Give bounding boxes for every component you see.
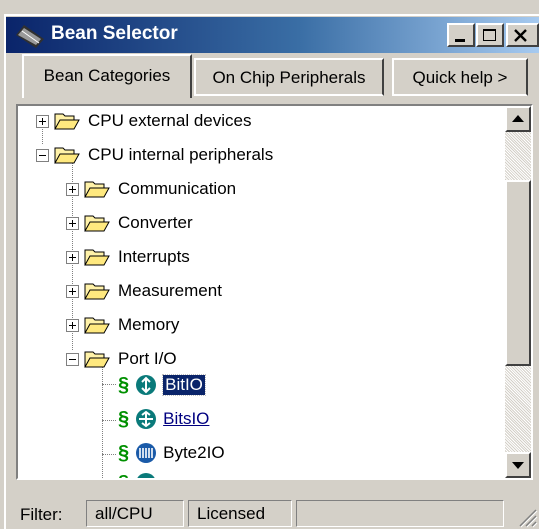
maximize-icon	[483, 29, 496, 41]
collapse-toggle[interactable]	[66, 352, 79, 366]
tab-label: Bean Categories	[43, 66, 171, 85]
expand-toggle[interactable]	[66, 182, 79, 196]
byte2io-icon	[136, 443, 157, 463]
bean-item-bitsio[interactable]: § BitsIO	[118, 404, 209, 434]
tab-strip: Bean Categories On Chip Peripherals Quic…	[6, 52, 539, 98]
folder-icon	[84, 317, 110, 334]
section-icon: §	[118, 373, 130, 396]
folder-icon	[84, 283, 110, 300]
tree-node-memory[interactable]: Memory	[66, 310, 179, 340]
scroll-thumb[interactable]	[505, 180, 531, 366]
section-icon: §	[118, 441, 130, 464]
expand-toggle[interactable]	[66, 250, 79, 264]
folder-icon	[84, 181, 110, 198]
window-title: Bean Selector	[51, 23, 178, 44]
bean-item-byte2io[interactable]: § Byte2IO	[118, 438, 225, 468]
minimize-button[interactable]	[447, 23, 475, 47]
tree-node-cpu-internal[interactable]: CPU internal peripherals	[36, 140, 273, 170]
arrow-down-icon	[512, 462, 524, 469]
open-folder-icon	[84, 351, 110, 368]
status-empty-pane	[296, 500, 504, 527]
close-icon	[514, 29, 527, 42]
bean-selector-icon	[16, 25, 44, 48]
tree-connector	[102, 420, 116, 421]
scroll-down-button[interactable]	[505, 452, 531, 478]
bean-label: Byte2IO	[163, 443, 225, 462]
tree-node-converter[interactable]: Converter	[66, 208, 193, 238]
minimize-icon	[455, 39, 465, 42]
tree-node-communication[interactable]: Communication	[66, 174, 236, 204]
tab-on-chip-peripherals[interactable]: On Chip Peripherals	[194, 58, 384, 96]
bean-label-selected: BitIO	[162, 374, 206, 396]
tab-bean-categories[interactable]: Bean Categories	[22, 54, 192, 98]
tree-node-label: Measurement	[118, 281, 222, 300]
expand-toggle[interactable]	[66, 284, 79, 298]
bitsio-icon	[136, 409, 157, 429]
tab-label: Quick help >	[412, 68, 508, 87]
status-bar: Filter: all/CPU Licensed	[6, 498, 539, 529]
tree-node-label: CPU internal peripherals	[88, 145, 274, 164]
license-status: Licensed	[188, 500, 292, 527]
arrow-up-icon	[512, 115, 524, 122]
tree-connector	[102, 384, 116, 385]
bean-tree[interactable]: CPU external devices CPU internal periph…	[18, 106, 505, 478]
tree-connector	[102, 454, 116, 455]
bean-label: BitsIO	[163, 409, 210, 428]
bitio-icon	[136, 375, 157, 395]
maximize-button[interactable]	[476, 23, 504, 47]
folder-icon	[54, 113, 80, 130]
tree-node-label: Converter	[118, 213, 193, 232]
collapse-toggle[interactable]	[36, 148, 49, 162]
tree-node-label: Port I/O	[118, 349, 177, 368]
tab-label: On Chip Peripherals	[212, 68, 366, 87]
bean-icon	[137, 473, 155, 478]
bean-item-partial: §	[118, 468, 163, 478]
tree-node-cpu-external[interactable]: CPU external devices	[36, 106, 251, 136]
vertical-scrollbar[interactable]	[505, 106, 531, 478]
folder-icon	[84, 215, 110, 232]
filter-value[interactable]: all/CPU	[86, 500, 184, 527]
tree-node-measurement[interactable]: Measurement	[66, 276, 222, 306]
scroll-up-button[interactable]	[505, 106, 531, 132]
section-icon: §	[118, 472, 129, 479]
tab-quick-help[interactable]: Quick help >	[392, 58, 528, 96]
bean-tree-panel: CPU external devices CPU internal periph…	[16, 104, 533, 480]
tree-node-label: Communication	[118, 179, 237, 198]
folder-icon	[84, 249, 110, 266]
section-icon: §	[118, 407, 130, 430]
tree-node-label: CPU external devices	[88, 111, 252, 130]
title-bar[interactable]: Bean Selector	[6, 17, 539, 53]
close-button[interactable]	[506, 23, 539, 47]
filter-value-text: all/CPU	[95, 504, 153, 523]
bean-item-bitio[interactable]: § BitIO	[118, 370, 206, 400]
tree-node-interrupts[interactable]: Interrupts	[66, 242, 190, 272]
tree-connector	[102, 366, 103, 478]
tree-node-label: Interrupts	[118, 247, 190, 266]
filter-label: Filter:	[20, 505, 63, 524]
expand-toggle[interactable]	[36, 114, 49, 128]
expand-toggle[interactable]	[66, 216, 79, 230]
window-frame-top	[0, 0, 539, 14]
expand-toggle[interactable]	[66, 318, 79, 332]
open-folder-icon	[54, 147, 80, 164]
resize-grip-icon[interactable]	[516, 506, 538, 528]
license-text: Licensed	[197, 504, 266, 523]
tree-node-label: Memory	[118, 315, 180, 334]
